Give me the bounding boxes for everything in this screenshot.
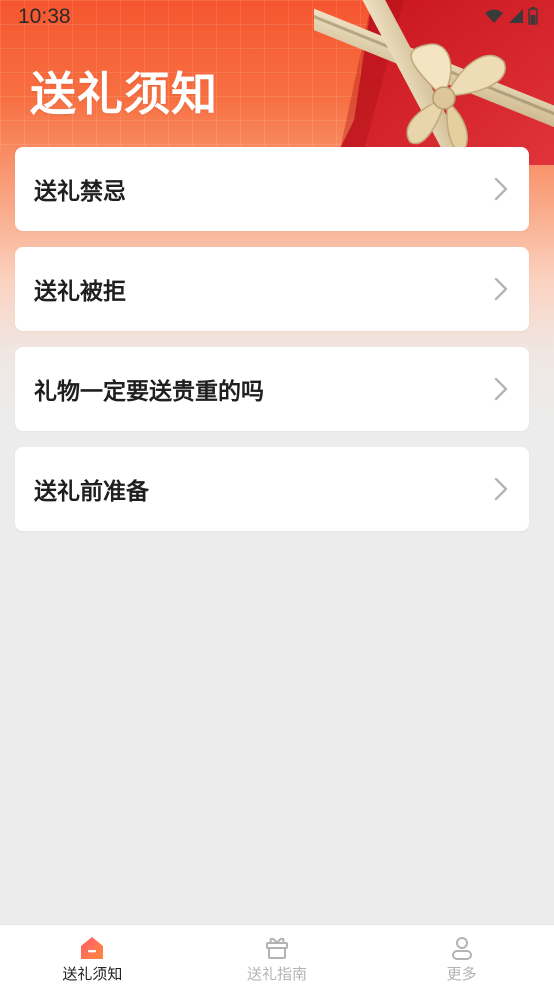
gift-box-icon: [266, 937, 288, 959]
tab-gift-guide[interactable]: 送礼指南: [185, 925, 370, 985]
user-icon: [451, 937, 472, 960]
menu-list: 送礼禁忌 送礼被拒 礼物一定要送贵重的吗 送礼前准备: [15, 147, 529, 547]
chevron-right-icon: [494, 277, 508, 301]
menu-item-expensive-gifts[interactable]: 礼物一定要送贵重的吗: [15, 347, 529, 431]
cellular-signal-icon: [509, 9, 523, 23]
menu-item-label: 礼物一定要送贵重的吗: [34, 379, 264, 405]
chevron-right-icon: [494, 177, 508, 201]
tab-more[interactable]: 更多: [369, 925, 554, 985]
menu-item-gift-refused[interactable]: 送礼被拒: [15, 247, 529, 331]
menu-item-label: 送礼前准备: [34, 479, 149, 505]
menu-item-gift-taboos[interactable]: 送礼禁忌: [15, 147, 529, 231]
tab-label: 送礼须知: [62, 965, 123, 983]
menu-item-gift-preparation[interactable]: 送礼前准备: [15, 447, 529, 531]
tab-label: 送礼指南: [247, 965, 308, 983]
bottom-tab-bar: 送礼须知 送礼指南 更多: [0, 924, 554, 985]
status-icons: [484, 7, 538, 25]
tab-gift-notice[interactable]: 送礼须知: [0, 925, 185, 985]
menu-item-label: 送礼被拒: [34, 279, 126, 305]
chevron-right-icon: [494, 377, 508, 401]
status-time: 10:38: [18, 5, 71, 28]
status-bar: 10:38: [0, 0, 554, 34]
chevron-right-icon: [494, 477, 508, 501]
home-icon: [81, 937, 104, 959]
menu-item-label: 送礼禁忌: [34, 179, 126, 205]
battery-icon: [528, 7, 538, 25]
page-title: 送礼须知: [30, 67, 218, 121]
wifi-icon: [485, 9, 503, 23]
tab-label: 更多: [446, 965, 477, 983]
